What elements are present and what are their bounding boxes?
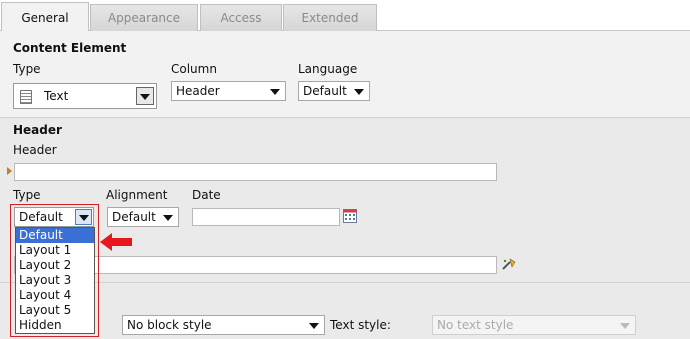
text-content-icon	[20, 90, 32, 104]
header-type-label: Type	[13, 188, 41, 202]
link-wizard-icon[interactable]	[501, 257, 517, 271]
text-style-select: No text style	[432, 315, 636, 335]
chevron-down-icon	[354, 89, 364, 95]
header-input[interactable]	[14, 163, 497, 181]
alignment-label: Alignment	[106, 188, 168, 202]
chevron-down-icon	[620, 323, 630, 329]
language-select[interactable]: Default	[298, 81, 370, 101]
required-marker-icon	[7, 167, 12, 175]
language-value: Default	[303, 84, 347, 98]
alignment-select[interactable]: Default	[107, 207, 179, 227]
text-style-label: Text style:	[330, 318, 391, 332]
chevron-down-icon	[270, 89, 280, 95]
highlight-box	[10, 204, 99, 337]
language-label: Language	[298, 62, 358, 76]
chevron-down-icon	[163, 215, 173, 221]
content-type-select[interactable]: Text	[13, 83, 157, 109]
calendar-icon[interactable]	[343, 209, 357, 223]
tab-access[interactable]: Access	[200, 4, 282, 31]
block-style-value: No block style	[127, 318, 212, 332]
column-value: Header	[176, 84, 220, 98]
chevron-down-icon	[309, 323, 319, 329]
date-input[interactable]	[192, 208, 340, 226]
content-type-value: Text	[44, 89, 69, 103]
tab-bar: General Appearance Access Extended	[0, 0, 690, 32]
header-field-label: Header	[13, 143, 57, 157]
tab-appearance[interactable]: Appearance	[90, 4, 198, 31]
column-select[interactable]: Header	[171, 81, 286, 101]
type-label: Type	[13, 62, 41, 76]
text-style-value: No text style	[437, 318, 514, 332]
alignment-value: Default	[112, 210, 156, 224]
content-element-heading: Content Element	[13, 41, 127, 55]
block-style-select[interactable]: No block style	[122, 315, 325, 335]
red-arrow-icon	[100, 233, 132, 251]
header-heading: Header	[13, 123, 62, 137]
date-label: Date	[192, 188, 221, 202]
chevron-down-icon[interactable]	[136, 87, 154, 105]
tab-extended[interactable]: Extended	[283, 4, 377, 31]
tab-general[interactable]: General	[1, 2, 89, 32]
column-label: Column	[171, 62, 217, 76]
